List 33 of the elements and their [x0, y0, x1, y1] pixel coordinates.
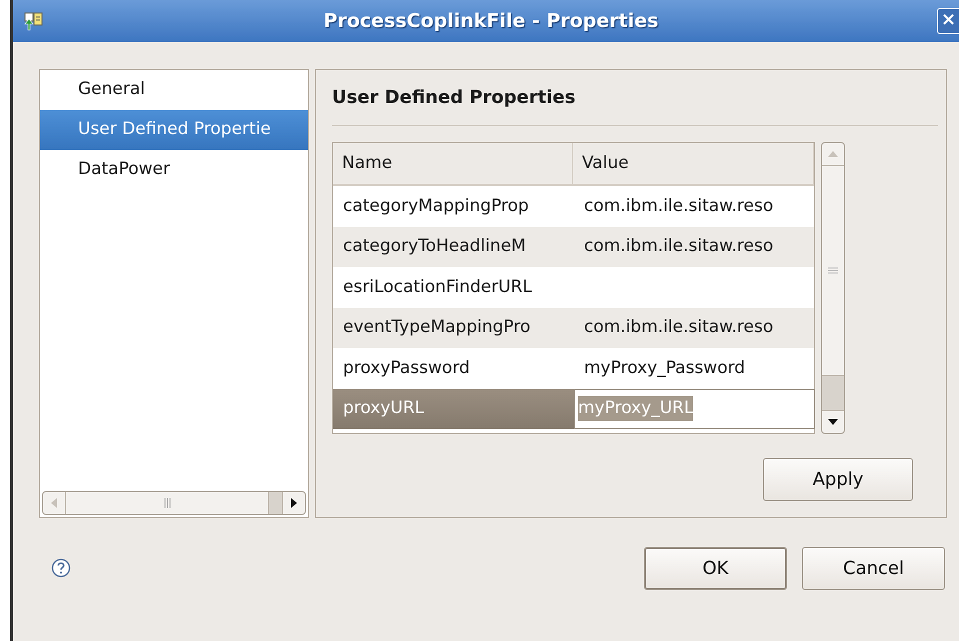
sidebar-item[interactable]: General [40, 70, 308, 110]
cancel-button[interactable]: Cancel [802, 546, 945, 590]
table-cell[interactable]: com.ibm.ile.sitaw.reso [574, 226, 815, 267]
down-arrow-icon[interactable] [828, 419, 838, 425]
table-cell[interactable]: categoryToHeadlineM [333, 226, 574, 267]
column-header[interactable]: Value [573, 143, 814, 184]
up-arrow-icon[interactable] [828, 151, 838, 157]
sidebar-item[interactable]: User Defined Propertie [40, 110, 308, 150]
close-button[interactable]: × [937, 8, 959, 34]
table-cell[interactable]: proxyPassword [333, 348, 574, 388]
scroll-thumb[interactable] [269, 492, 283, 514]
section-heading: User Defined Properties [332, 84, 938, 126]
left-arrow-icon[interactable] [51, 498, 57, 508]
vertical-scrollbar[interactable] [821, 142, 845, 434]
scroll-thumb[interactable] [822, 375, 844, 411]
horizontal-scrollbar[interactable] [42, 491, 306, 515]
app-icon [23, 11, 45, 31]
column-header[interactable]: Name [333, 143, 573, 184]
right-arrow-icon[interactable] [291, 498, 297, 508]
table-cell[interactable]: proxyURL [333, 388, 574, 429]
grip-icon [164, 498, 170, 508]
table-cell[interactable]: categoryMappingProp [333, 186, 574, 226]
table-cell[interactable]: eventTypeMappingPro [333, 308, 574, 348]
window-title: ProcessCoplinkFile - Properties [322, 8, 660, 34]
apply-button[interactable]: Apply [763, 458, 913, 501]
table-cell[interactable]: myProxy_Password [574, 348, 815, 388]
ok-button[interactable]: OK [644, 546, 787, 590]
table-cell[interactable]: com.ibm.ile.sitaw.reso [574, 308, 815, 348]
sidebar-item[interactable]: DataPower [40, 150, 308, 190]
grip-icon [828, 267, 838, 274]
table-cell[interactable]: esriLocationFinderURL [333, 267, 574, 308]
table-cell[interactable]: com.ibm.ile.sitaw.reso [574, 186, 815, 226]
help-icon[interactable] [51, 558, 71, 578]
